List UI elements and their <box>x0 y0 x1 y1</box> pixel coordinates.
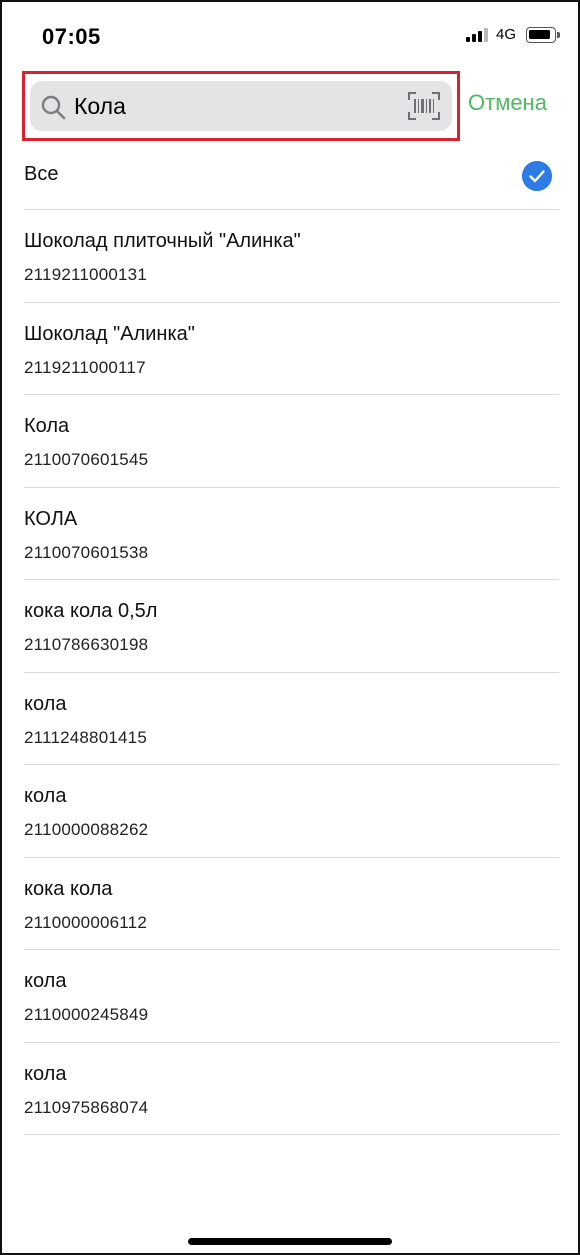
list-item[interactable]: кола 2110975868074 <box>24 1043 559 1135</box>
list-item[interactable]: кола 2110000088262 <box>24 765 559 858</box>
item-barcode: 2110000088262 <box>24 820 149 839</box>
list-item[interactable]: КОЛА 2110070601538 <box>24 488 559 580</box>
item-title: кока кола 0,5л <box>24 600 158 622</box>
home-indicator[interactable] <box>188 1238 392 1245</box>
phone-screen: 07:05 4G Отмена <box>0 0 580 1255</box>
item-title: Кола <box>24 415 70 437</box>
item-barcode: 2111248801415 <box>24 727 147 747</box>
all-label: Все <box>24 163 59 185</box>
network-type: 4G <box>495 26 516 43</box>
item-title: Шоколад плиточный "Алинка" <box>24 230 301 252</box>
item-title: кола <box>24 785 67 807</box>
item-title: Шоколад "Алинка" <box>24 322 195 345</box>
barcode-scan-icon[interactable] <box>408 92 440 120</box>
item-barcode: 2119211000131 <box>24 265 147 284</box>
item-barcode: 2110000245849 <box>24 1005 149 1024</box>
list-item[interactable]: кока кола 2110000006112 <box>24 858 559 950</box>
battery-icon <box>526 26 560 43</box>
list-item[interactable]: кола 2111248801415 <box>24 673 559 765</box>
checkmark-icon <box>522 161 552 191</box>
item-title: кола <box>24 1062 67 1085</box>
item-barcode: 2110000006112 <box>24 912 147 932</box>
item-barcode: 2110070601545 <box>24 450 149 469</box>
status-indicators: 4G <box>465 26 560 43</box>
item-title: кола <box>24 692 67 715</box>
list-item[interactable]: Шоколад плиточный "Алинка" 2119211000131 <box>24 210 559 303</box>
status-time: 07:05 <box>42 24 101 49</box>
status-bar: 07:05 4G <box>2 2 578 66</box>
item-barcode: 2119211000117 <box>24 357 146 377</box>
list-item[interactable]: кола 2110000245849 <box>24 950 559 1043</box>
item-barcode: 2110786630198 <box>24 635 149 654</box>
search-bar[interactable] <box>30 81 452 131</box>
list-item[interactable]: кока кола 0,5л 2110786630198 <box>24 580 559 673</box>
item-barcode: 2110975868074 <box>24 1097 149 1117</box>
cancel-button[interactable]: Отмена <box>468 90 547 116</box>
magnifier-icon <box>41 95 66 120</box>
item-title: кола <box>24 970 67 992</box>
search-input[interactable] <box>74 91 394 121</box>
item-barcode: 2110070601538 <box>24 542 149 562</box>
item-title: кока кола <box>24 877 113 900</box>
list-item[interactable]: Кола 2110070601545 <box>24 395 559 488</box>
results-list: Все Шоколад плиточный "Алинка" 2119211000… <box>2 142 578 1135</box>
list-item[interactable]: Шоколад "Алинка" 2119211000117 <box>24 303 559 395</box>
cellular-signal-icon <box>465 27 488 42</box>
list-item-all[interactable]: Все <box>24 142 559 210</box>
item-title: КОЛА <box>24 507 78 530</box>
